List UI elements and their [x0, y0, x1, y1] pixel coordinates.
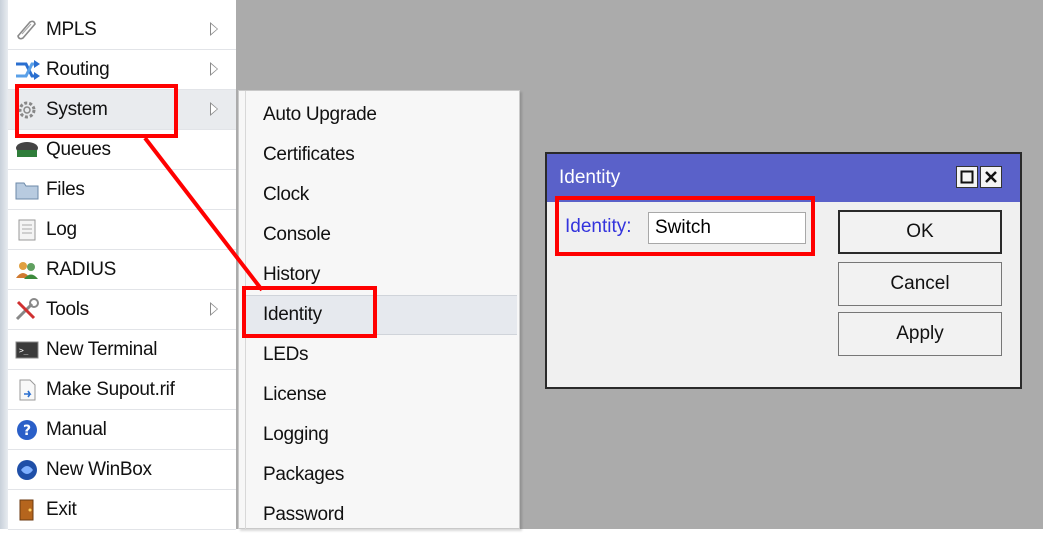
menu-item-label: MPLS	[46, 18, 97, 40]
submenu-item-leds[interactable]: LEDs	[245, 335, 517, 375]
svg-text:?: ?	[23, 423, 31, 439]
terminal-icon: >_	[14, 337, 40, 363]
menu-item-label: Make Supout.rif	[46, 378, 175, 400]
menu-item-label: Tools	[46, 298, 89, 320]
folder-icon	[14, 177, 40, 203]
submenu-arrow-icon	[210, 22, 218, 36]
apply-button[interactable]: Apply	[838, 312, 1002, 356]
submenu-item-label: LEDs	[263, 344, 309, 365]
menu-item-label: New WinBox	[46, 458, 152, 480]
submenu-item-auto-upgrade[interactable]: Auto Upgrade	[245, 95, 517, 135]
highlight-box-identity	[242, 286, 377, 338]
file-icon	[14, 377, 40, 403]
submenu-item-label: Clock	[263, 184, 310, 205]
identity-dialog: Identity Identity: OK Cancel Apply	[545, 152, 1022, 389]
exit-icon	[14, 497, 40, 523]
menu-item-label: Queues	[46, 138, 111, 160]
submenu-item-certificates[interactable]: Certificates	[245, 135, 517, 175]
submenu-arrow-icon	[210, 102, 218, 116]
menu-item-radius[interactable]: RADIUS	[8, 250, 236, 290]
routing-icon	[14, 57, 40, 83]
menu-item-label: New Terminal	[46, 338, 158, 360]
menu-left-strip	[0, 0, 8, 529]
submenu-item-label: License	[263, 384, 327, 405]
submenu-item-logging[interactable]: Logging	[245, 415, 517, 455]
submenu-arrow-icon	[210, 302, 218, 316]
submenu-item-password[interactable]: Password	[245, 495, 517, 535]
submenu-item-console[interactable]: Console	[245, 215, 517, 255]
dialog-titlebar[interactable]: Identity	[547, 154, 1020, 202]
ok-button[interactable]: OK	[838, 210, 1002, 254]
menu-item-label: RADIUS	[46, 258, 116, 280]
users-icon	[14, 257, 40, 283]
maximize-icon	[960, 170, 974, 184]
submenu-item-label: History	[263, 264, 321, 285]
maximize-button[interactable]	[956, 166, 978, 188]
winbox-icon	[14, 457, 40, 483]
submenu-item-label: Auto Upgrade	[263, 104, 377, 125]
close-button[interactable]	[980, 166, 1002, 188]
submenu-item-clock[interactable]: Clock	[245, 175, 517, 215]
menu-item-manual[interactable]: ? Manual	[8, 410, 236, 450]
log-icon	[14, 217, 40, 243]
cancel-button[interactable]: Cancel	[838, 262, 1002, 306]
menu-item-new-winbox[interactable]: New WinBox	[8, 450, 236, 490]
menu-item-tools[interactable]: Tools	[8, 290, 236, 330]
submenu-item-license[interactable]: License	[245, 375, 517, 415]
dialog-title: Identity	[559, 167, 621, 188]
queues-icon	[14, 137, 40, 163]
highlight-box-system	[15, 84, 178, 138]
help-icon: ?	[14, 417, 40, 443]
submenu-item-packages[interactable]: Packages	[245, 455, 517, 495]
submenu-item-label: Logging	[263, 424, 329, 445]
menu-item-log[interactable]: Log	[8, 210, 236, 250]
menu-item-label: Files	[46, 178, 85, 200]
left-menu: MPLS Routing System Queues Files Log RAD…	[0, 0, 236, 530]
menu-item-new-terminal[interactable]: >_ New Terminal	[8, 330, 236, 370]
menu-item-exit[interactable]: Exit	[8, 490, 236, 530]
close-icon	[985, 171, 997, 183]
highlight-box-identity-field	[555, 196, 815, 256]
submenu-item-label: Certificates	[263, 144, 355, 165]
menu-item-label: Manual	[46, 418, 107, 440]
menu-item-label: Exit	[46, 498, 77, 520]
submenu-item-label: Password	[263, 504, 345, 525]
menu-item-mpls[interactable]: MPLS	[8, 10, 236, 50]
submenu-arrow-icon	[210, 62, 218, 76]
menu-item-make-supout[interactable]: Make Supout.rif	[8, 370, 236, 410]
submenu-item-label: Console	[263, 224, 331, 245]
tools-icon	[14, 297, 40, 323]
svg-text:>_: >_	[19, 346, 29, 355]
menu-item-label: Log	[46, 218, 77, 240]
menu-item-label: Routing	[46, 58, 110, 80]
mpls-icon	[14, 17, 40, 43]
menu-item-files[interactable]: Files	[8, 170, 236, 210]
submenu-item-label: Packages	[263, 464, 345, 485]
